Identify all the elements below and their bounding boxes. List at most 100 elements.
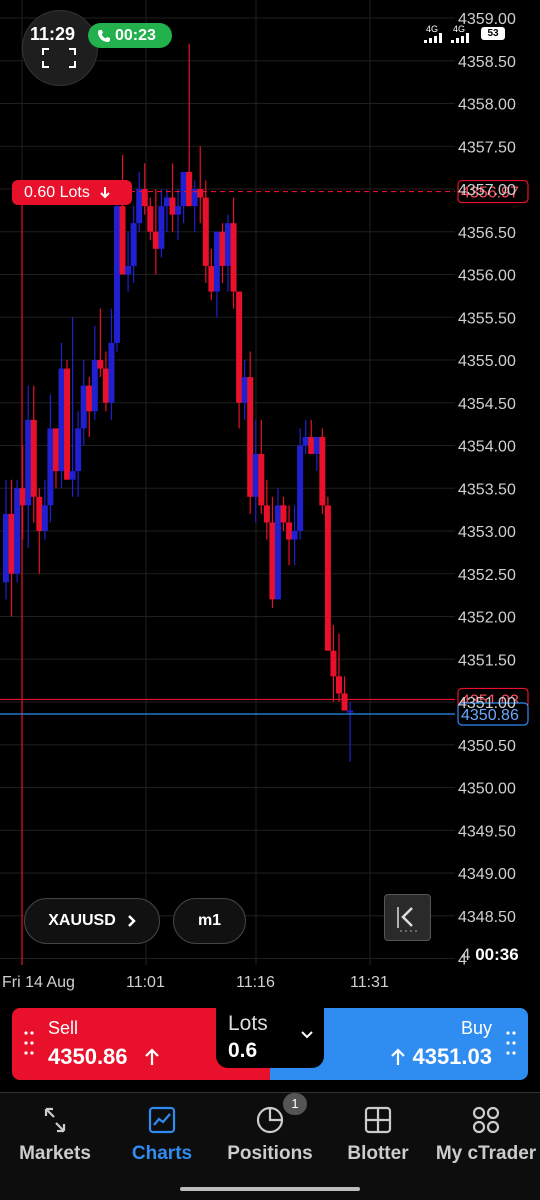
arrow-up-icon [391,1048,405,1065]
y-tick-label: 4355.00 [458,353,516,370]
call-indicator[interactable]: 00:23 [88,23,172,48]
y-tick-label: 4354.00 [458,439,516,456]
candle-body [308,436,315,455]
candle-body [8,513,15,574]
nav-item-my-ctrader[interactable]: My cTrader [432,1093,540,1173]
y-tick-label: 4353.00 [458,524,516,541]
candle-body [47,428,54,506]
nav-label-blotter: Blotter [347,1143,409,1164]
candle-body [158,206,165,249]
candle-body [58,368,65,472]
candle-body [19,488,26,506]
nav-item-blotter[interactable]: Blotter [330,1093,426,1173]
positions-badge: 1 [283,1093,307,1115]
signal-icon-2 [451,33,469,43]
candle-body [286,522,293,540]
timeframe-selector[interactable]: m1 [173,898,246,944]
drag-handle-icon[interactable] [24,1030,34,1056]
lots-selector[interactable]: Lots 0.6 [216,1008,324,1068]
x-tick-label: 11:16 [236,974,275,991]
candle-body [180,171,187,207]
y-tick-label: 4356.00 [458,268,516,285]
candle-body [163,197,170,207]
chevron-right-icon [127,915,136,927]
y-tick-label: 4352.50 [458,567,516,584]
candle-body [336,676,342,694]
candle-body [263,505,270,523]
countdown-value: 00:36 [475,945,519,964]
y-tick-label: 4349.00 [458,866,516,883]
candle-body [225,223,231,266]
y-tick-label: 4350.00 [458,781,516,798]
chevron-left-icon [397,907,420,932]
candle-body [219,231,226,266]
candle-body [119,206,126,275]
x-tick-label: 11:31 [350,974,389,991]
bar-countdown: 4 00:36 [461,945,519,965]
trade-panel: Sell 4350.86 Buy 4351.03 Lots 0.6 [12,1008,528,1080]
position-tag[interactable]: 0.60 Lots [12,180,132,205]
y-tick-label: 4349.50 [458,823,516,840]
candle-body [136,189,143,224]
candle-body [274,505,281,600]
candle-body [86,385,93,412]
bottom-nav: Markets Charts Positions Blotter My cTra… [0,1093,540,1200]
candle-body [291,531,298,540]
nav-label-charts: Charts [131,1143,193,1164]
candle-body [197,189,204,198]
call-duration: 00:23 [115,26,156,44]
nav-item-charts[interactable]: Charts [110,1093,214,1173]
scroll-to-latest-button[interactable] [384,894,431,941]
status-bar: 11:29 00:23 4G 4G 53 [0,0,540,86]
buy-label: Buy [460,1018,492,1038]
nav-label-markets: Markets [19,1143,91,1164]
candle-body [25,419,32,506]
candle-body [152,231,159,249]
fullscreen-icon[interactable] [42,48,76,68]
candle-body [319,436,326,506]
candle-body [208,265,215,292]
candle-body [313,436,320,455]
candle-body [247,377,254,497]
candle-body [330,650,337,677]
chart-grid [0,0,455,965]
candle-body [147,206,154,232]
candle-body [41,505,48,531]
nav-item-markets[interactable]: Markets [0,1093,110,1173]
drag-handle-icon[interactable] [506,1030,516,1056]
home-indicator[interactable] [180,1187,360,1191]
symbol-label: XAUUSD [48,912,116,929]
candle-body [36,496,43,531]
position-lots-label: 0.60 Lots [24,183,90,201]
candle-body [175,206,182,215]
candle-body [114,206,120,343]
candle-body [213,231,220,292]
candle-body [130,223,137,266]
symbol-selector[interactable]: XAUUSD [24,898,160,944]
y-tick-label: 4357.50 [458,139,516,156]
candle-body [252,454,259,497]
y-tick-label: 4352.00 [458,610,516,627]
grid-icon [472,1106,500,1134]
candle-body [202,197,209,266]
candle-body [75,428,82,472]
nav-item-positions[interactable]: Positions [216,1093,324,1173]
battery-icon: 53 [481,27,505,40]
sell-price: 4350.86 [48,1044,128,1069]
y-tick-label: 4348.50 [458,909,516,926]
candle-body [3,513,9,583]
candle-body [230,223,237,292]
candle-body [302,436,309,446]
timeframe-label: m1 [197,912,222,929]
y-tick-label: 4353.50 [458,481,516,498]
candle-body [14,488,21,574]
y-tick-label: 4351.50 [458,652,516,669]
candle-body [258,454,265,506]
price-chart[interactable]: 4356.974351.034350.86 4359.004358.504358… [0,0,540,1000]
price-lines: 4356.974351.034350.86 [0,179,529,965]
x-tick-label: Fri 14 Aug [2,974,75,991]
lots-value: 0.6 [228,1039,258,1062]
arrow-up-icon [145,1048,159,1065]
candle-body [236,291,243,403]
candle-body [30,419,37,497]
